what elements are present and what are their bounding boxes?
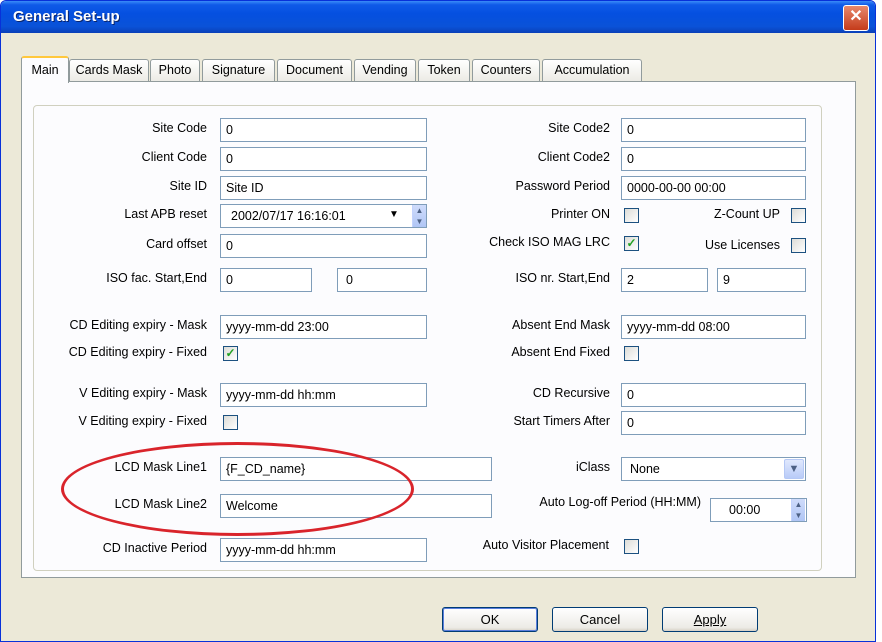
site-id-input[interactable]: Site ID — [220, 176, 427, 200]
use-licenses-checkbox[interactable] — [791, 238, 806, 253]
printer-on-label: Printer ON — [550, 207, 610, 221]
client-code2-label: Client Code2 — [537, 150, 610, 164]
spin-down-icon[interactable]: ▼ — [416, 217, 424, 226]
card-offset-label: Card offset — [146, 237, 207, 251]
password-period-label: Password Period — [515, 179, 611, 193]
iso-nr-label: ISO nr. Start,End — [515, 271, 611, 285]
password-period-input[interactable]: 0000-00-00 00:00 — [621, 176, 806, 200]
title-bar[interactable]: General Set-up ✕ — [1, 1, 875, 33]
auto-logoff-spinner[interactable]: ▲ ▼ — [791, 499, 805, 521]
site-code2-input[interactable]: 0 — [621, 118, 806, 142]
spin-up-icon[interactable]: ▲ — [416, 206, 424, 215]
window-title: General Set-up — [13, 8, 120, 25]
tab-signature[interactable]: Signature — [202, 59, 275, 81]
cd-recursive-input[interactable]: 0 — [621, 383, 806, 407]
cd-inactive-period-label: CD Inactive Period — [102, 541, 207, 555]
spin-up-icon[interactable]: ▲ — [795, 500, 803, 509]
cd-editing-mask-input[interactable]: yyyy-mm-dd 23:00 — [220, 315, 427, 339]
tab-document[interactable]: Document — [277, 59, 352, 81]
cd-inactive-period-input[interactable]: yyyy-mm-dd hh:mm — [220, 538, 427, 562]
v-editing-mask-label: V Editing expiry - Mask — [79, 386, 207, 400]
general-setup-window: General Set-up ✕ Main Cards Mask Photo S… — [0, 0, 876, 642]
iso-nr-end-input[interactable]: 9 — [717, 268, 806, 292]
card-offset-input[interactable]: 0 — [220, 234, 427, 258]
z-count-up-checkbox[interactable] — [791, 208, 806, 223]
tab-main[interactable]: Main — [21, 56, 69, 83]
cd-recursive-label: CD Recursive — [532, 386, 610, 400]
annotation-oval — [61, 442, 414, 536]
printer-on-checkbox[interactable] — [624, 208, 639, 223]
iso-fac-label: ISO fac. Start,End — [106, 271, 207, 285]
absent-end-mask-input[interactable]: yyyy-mm-dd 08:00 — [621, 315, 806, 339]
use-licenses-label: Use Licenses — [704, 238, 780, 252]
cancel-button[interactable]: Cancel — [552, 607, 648, 632]
site-id-label: Site ID — [169, 179, 207, 193]
datetime-spinner[interactable]: ▲ ▼ — [412, 205, 426, 227]
iso-fac-end-input[interactable]: 0 — [337, 268, 427, 292]
tab-token[interactable]: Token — [418, 59, 470, 81]
z-count-up-label: Z-Count UP — [714, 207, 780, 221]
absent-end-fixed-label: Absent End Fixed — [511, 345, 610, 359]
cd-editing-fixed-label: CD Editing expiry - Fixed — [68, 345, 207, 359]
apply-button[interactable]: Apply — [662, 607, 758, 632]
cd-editing-mask-label: CD Editing expiry - Mask — [69, 318, 207, 332]
site-code-label: Site Code — [152, 121, 207, 135]
v-editing-mask-input[interactable]: yyyy-mm-dd hh:mm — [220, 383, 427, 407]
dropdown-arrow-icon[interactable]: ▼ — [389, 209, 399, 220]
auto-visitor-placement-checkbox[interactable] — [624, 539, 639, 554]
site-code2-label: Site Code2 — [548, 121, 610, 135]
chevron-down-icon[interactable]: ▼ — [784, 459, 804, 479]
spin-down-icon[interactable]: ▼ — [795, 511, 803, 520]
absent-end-fixed-checkbox[interactable] — [624, 346, 639, 361]
check-iso-mag-lrc-checkbox[interactable]: ✓ — [624, 236, 639, 251]
tab-accumulation[interactable]: Accumulation — [542, 59, 642, 81]
start-timers-after-label: Start Timers After — [513, 414, 610, 428]
auto-visitor-placement-label: Auto Visitor Placement — [482, 538, 609, 552]
ok-button[interactable]: OK — [442, 607, 538, 632]
tab-counters[interactable]: Counters — [472, 59, 540, 81]
v-editing-fixed-checkbox[interactable] — [223, 415, 238, 430]
v-editing-fixed-label: V Editing expiry - Fixed — [78, 414, 207, 428]
iso-fac-start-input[interactable]: 0 — [220, 268, 312, 292]
check-iso-mag-lrc-label: Check ISO MAG LRC — [489, 235, 610, 249]
tab-photo[interactable]: Photo — [150, 59, 200, 81]
start-timers-after-input[interactable]: 0 — [621, 411, 806, 435]
tab-vending[interactable]: Vending — [354, 59, 416, 81]
site-code-input[interactable]: 0 — [220, 118, 427, 142]
tab-cards-mask[interactable]: Cards Mask — [69, 59, 149, 81]
iclass-select[interactable]: None — [621, 457, 806, 481]
iclass-label: iClass — [575, 460, 610, 474]
cd-editing-fixed-checkbox[interactable]: ✓ — [223, 346, 238, 361]
auto-logoff-period-label: Auto Log-off Period (HH:MM) — [539, 495, 701, 509]
iso-nr-start-input[interactable]: 2 — [621, 268, 708, 292]
last-apb-reset-label: Last APB reset — [124, 207, 207, 221]
absent-end-mask-label: Absent End Mask — [512, 318, 610, 332]
close-button[interactable]: ✕ — [843, 5, 869, 31]
client-code-label: Client Code — [141, 150, 207, 164]
client-code2-input[interactable]: 0 — [621, 147, 806, 171]
client-code-input[interactable]: 0 — [220, 147, 427, 171]
